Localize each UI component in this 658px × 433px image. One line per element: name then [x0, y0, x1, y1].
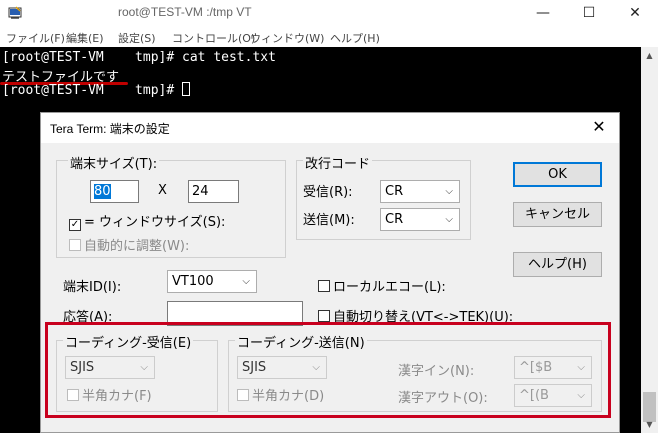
menu-file[interactable]: ファイル(F) — [6, 30, 65, 46]
receive-newline-select[interactable]: CR ⌵ — [380, 180, 460, 203]
close-button[interactable]: ✕ — [612, 2, 658, 24]
minimize-button[interactable]: — — [520, 2, 566, 24]
scroll-up-arrow-icon[interactable]: ▲ — [641, 47, 658, 64]
chevron-down-icon: ⌵ — [445, 186, 453, 197]
newline-label: 改行コード — [303, 153, 373, 172]
receive-label: 受信(R): — [303, 185, 353, 200]
send-label: 送信(M): — [303, 213, 355, 228]
vertical-scrollbar[interactable]: ▲ ▼ — [641, 47, 658, 433]
menu-setup[interactable]: 設定(S) — [118, 30, 156, 46]
title-bar: root@TEST-VM :/tmp VT — ☐ ✕ — [0, 0, 658, 27]
menu-window[interactable]: ウィンドウ(W) — [250, 30, 324, 46]
auto-adjust-checkbox[interactable]: 自動的に調整(W): — [69, 235, 189, 254]
menu-bar: ファイル(F) 編集(E) 設定(S) コントロール(O) ウィンドウ(W) ヘ… — [0, 27, 658, 47]
terminal-id-select[interactable]: VT100 ⌵ — [167, 270, 257, 293]
size-x-separator: X — [158, 183, 167, 198]
dialog-title: Tera Term: 端末の設定 — [50, 122, 170, 136]
menu-help[interactable]: ヘルプ(H) — [330, 30, 380, 46]
window-title: root@TEST-VM :/tmp VT — [118, 5, 252, 19]
checkbox-checked-icon: ✓ — [69, 219, 81, 231]
checkbox-unchecked-icon — [69, 239, 81, 251]
menu-edit[interactable]: 編集(E) — [66, 30, 104, 46]
terminal-prompt: [root@TEST-VM tmp]# — [2, 83, 183, 98]
ok-button[interactable]: OK — [513, 162, 602, 187]
terminal-line-3: [root@TEST-VM tmp]# — [2, 82, 191, 98]
chevron-down-icon: ⌵ — [445, 214, 453, 225]
terminal-line-1: [root@TEST-VM tmp]# cat test.txt — [2, 50, 276, 65]
cancel-button[interactable]: キャンセル — [513, 202, 602, 227]
dialog-close-button[interactable]: ✕ — [589, 117, 609, 137]
dialog-title-bar: Tera Term: 端末の設定 ✕ — [41, 113, 619, 143]
terminal-size-label: 端末サイズ(T): — [68, 153, 160, 172]
terminal-id-label: 端末ID(I): — [63, 280, 122, 295]
terminal-cursor — [182, 82, 191, 96]
local-echo-checkbox[interactable]: ローカルエコー(L): — [318, 276, 446, 295]
menu-control[interactable]: コントロール(O) — [172, 30, 255, 46]
send-newline-select[interactable]: CR ⌵ — [380, 208, 460, 231]
checkbox-unchecked-icon — [318, 310, 330, 322]
terminal-cols-input[interactable]: 80 — [90, 180, 139, 203]
terminal-rows-input[interactable]: 24 — [188, 180, 239, 203]
scroll-down-arrow-icon[interactable]: ▼ — [641, 416, 658, 433]
window-size-checkbox[interactable]: ✓ = ウィンドウサイズ(S): — [69, 211, 225, 231]
red-highlight-annotation — [45, 322, 611, 418]
maximize-button[interactable]: ☐ — [566, 2, 612, 24]
tera-term-app-icon[interactable] — [8, 6, 22, 20]
checkbox-unchecked-icon — [318, 280, 330, 292]
chevron-down-icon: ⌵ — [242, 276, 250, 287]
help-button[interactable]: ヘルプ(H) — [513, 252, 602, 277]
